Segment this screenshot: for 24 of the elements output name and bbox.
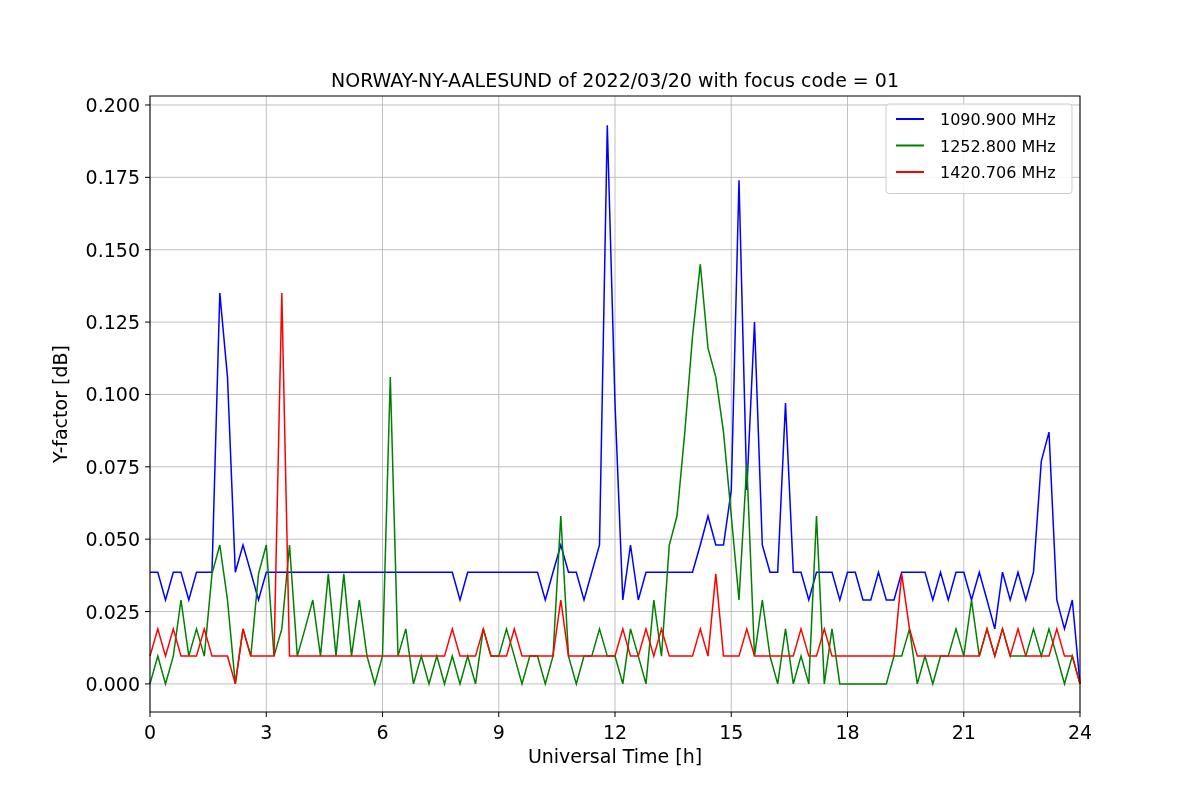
x-tick-label: 18 xyxy=(835,721,860,743)
y-tick-label: 0.125 xyxy=(85,311,140,334)
y-tick-label: 0.075 xyxy=(85,455,140,478)
y-tick-label: 0.100 xyxy=(85,383,140,406)
x-tick-label: 3 xyxy=(260,721,273,743)
x-tick-label: 12 xyxy=(602,721,628,743)
y-tick-label: 0.050 xyxy=(85,528,140,551)
y-axis-label: Y-factor [dB] xyxy=(49,345,71,463)
y-tick-label: 0.000 xyxy=(85,672,140,695)
legend-label: 1420.706 MHz xyxy=(940,163,1056,182)
x-tick-label: 15 xyxy=(719,721,744,743)
legend-label: 1090.900 MHz xyxy=(940,110,1056,129)
y-tick-label: 0.200 xyxy=(85,93,140,116)
y-tick-label: 0.175 xyxy=(85,166,140,189)
x-tick-label: 24 xyxy=(1067,721,1093,743)
chart-title: NORWAY-NY-AALESUND of 2022/03/20 with focus code = 01 xyxy=(331,69,899,91)
x-tick-label: 9 xyxy=(492,721,505,743)
x-axis-label: Universal Time [h] xyxy=(527,745,703,767)
x-tick-label: 21 xyxy=(951,721,976,743)
y-tick-label: 0.150 xyxy=(85,238,140,261)
y-tick-label: 0.025 xyxy=(85,600,140,623)
legend-label: 1252.800 MHz xyxy=(940,136,1056,156)
x-tick-label: 6 xyxy=(376,721,389,743)
x-tick-label: 0 xyxy=(143,721,157,743)
